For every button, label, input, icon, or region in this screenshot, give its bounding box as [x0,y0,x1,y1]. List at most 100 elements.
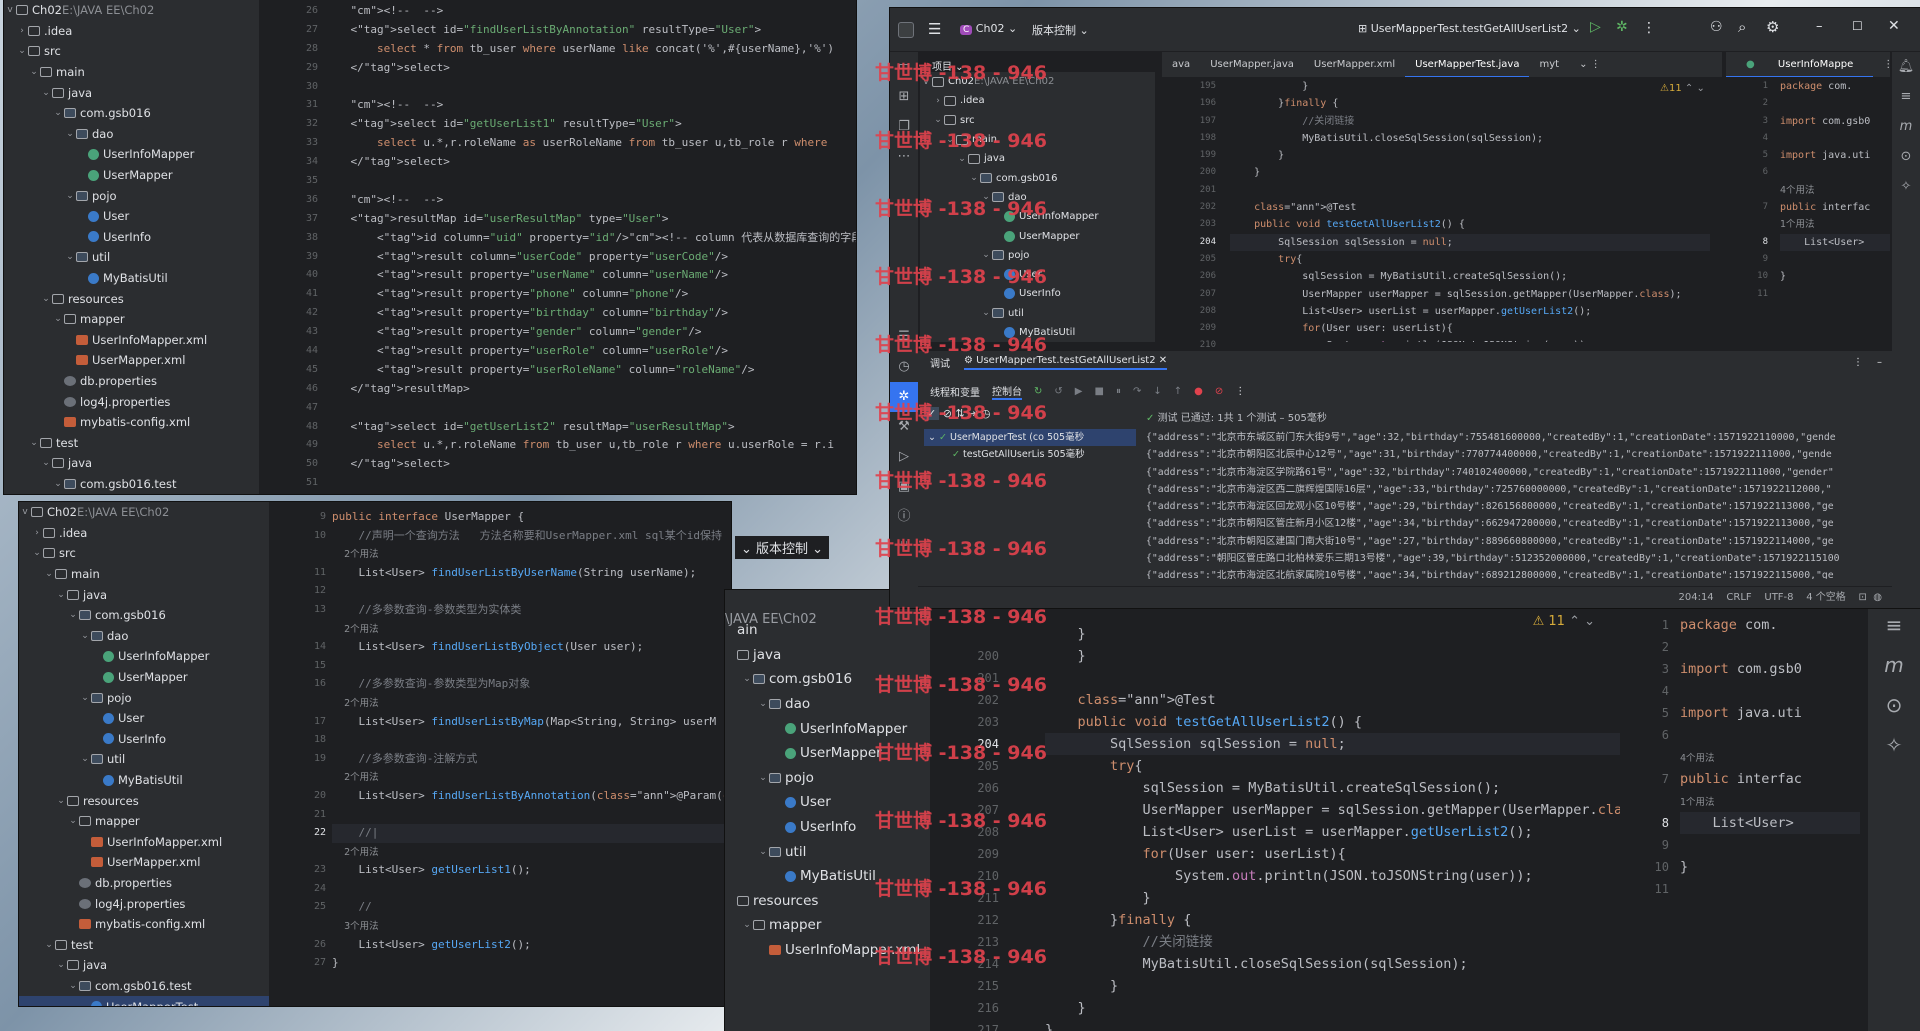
chevron-icon[interactable]: ⌄ [16,46,28,56]
chevron-icon[interactable]: ⌄ [79,631,91,641]
run-tool-icon[interactable]: ▷ [890,442,918,472]
tree-item[interactable]: ⌄ com.gsb016.test [4,474,259,494]
chevron-icon[interactable]: ⌄ [79,754,91,764]
chevron-icon[interactable]: › [16,26,28,36]
tree-item[interactable]: UserInfo [920,284,1155,303]
side-editor[interactable]: package com. import com.gsb0 import java… [1680,590,1860,1031]
vcs-menu[interactable]: 版本控制 ⌄ [1032,22,1089,38]
chevron-icon[interactable]: ⌄ [980,192,992,202]
tree-item[interactable]: ⌄ src [19,543,269,564]
side-editor[interactable]: package com. import com.gsb0 import java… [1780,78,1890,342]
tree-item[interactable]: ⌄ com.gsb016 [725,667,930,692]
step-over-icon[interactable]: ↷ [1133,386,1141,397]
editor-tab[interactable]: UserMapper.java [1200,52,1304,77]
notification-dot-icon[interactable]: ◍ [1873,592,1882,603]
tree-item[interactable]: UserInfoMapper [4,144,259,165]
file-encoding[interactable]: UTF-8 [1764,592,1793,603]
tree-item[interactable]: UserMapper [19,667,269,688]
chevron-icon[interactable]: ⌄ [64,252,76,262]
chevron-icon[interactable]: ⌄ [40,294,52,304]
tree-item[interactable]: ⌄ java [4,453,259,474]
tree-item[interactable]: MyBatisUtil [920,323,1155,342]
mute-breakpoints-icon[interactable]: ⊘ [1215,386,1223,397]
rerun-icon[interactable]: ↻ [1034,386,1042,397]
editor-tab[interactable]: UserMapperTest.java [1405,52,1530,77]
editor-tab[interactable]: myt [1529,52,1569,77]
maximize-icon[interactable]: ☐ [1852,19,1863,33]
tree-item[interactable]: UserMapperTest [19,996,269,1006]
tree-item[interactable]: resources [725,889,930,914]
chevron-icon[interactable]: › [31,528,43,538]
chevron-icon[interactable]: ⌄ [52,314,64,324]
notifications-icon[interactable]: ⊙ [1868,690,1920,730]
tab-console[interactable]: 控制台 [992,383,1022,400]
editor-tab[interactable]: UserMapper.xml [1304,52,1405,77]
bookmarks-icon[interactable]: ❐ [890,112,918,142]
chevron-icon[interactable]: ⌄ [64,129,76,139]
more-tools-icon[interactable]: ⋯ [890,142,918,172]
tab-threads-variables[interactable]: 线程和变量 [930,384,980,399]
project-tool-icon[interactable]: ▭ [890,52,918,82]
maven-icon[interactable]: m [1892,112,1920,142]
tree-item[interactable]: ⌄ mapper [19,811,269,832]
tree-item[interactable]: UserMapper [920,226,1155,245]
tree-item[interactable]: ⌄ resources [19,790,269,811]
chevron-icon[interactable]: ⌄ [55,590,67,600]
vcs-menu-bg[interactable]: ⌄ 版本控制 ⌄ [735,536,830,559]
tree-item[interactable]: ⌄ test [4,432,259,453]
tree-item[interactable]: java [725,643,930,668]
debug-session-tab[interactable]: ⚙ UserMapperTest.testGetAllUserList2 ✕ [964,355,1168,370]
java-editor[interactable]: } } class="ann">@Test public void testGe… [1045,590,1620,1031]
database-icon[interactable]: ≡ [1868,610,1920,650]
ai-assistant-icon[interactable]: ✧ [1868,730,1920,770]
chevron-icon[interactable]: ⌄ [968,173,980,183]
indent-setting[interactable]: 4 个空格 [1806,592,1846,603]
chevron-icon[interactable]: ⌄ [52,479,64,489]
tree-item[interactable]: UserInfoMapper.xml [4,330,259,351]
chevron-icon[interactable]: ⌄ [43,569,55,579]
chevron-icon[interactable]: ⌄ [741,674,753,684]
tree-item[interactable]: ⌄ com.gsb016.test [19,976,269,997]
notifications-icon[interactable]: 🔔︎ [1892,52,1920,82]
tree-item[interactable]: ⌄ mapper [4,309,259,330]
run-icon[interactable]: ▷ [1590,19,1601,35]
tree-item[interactable]: UserInfo [4,227,259,248]
tree-item[interactable]: UserMapper [725,741,930,766]
tree-item[interactable]: User [920,265,1155,284]
xml-editor[interactable]: "cm"><!-- --> <"tag">select id="findUser… [324,0,856,494]
tree-item[interactable]: ⌄ com.gsb016 [19,605,269,626]
sort-icon[interactable]: ⇅ [955,407,964,420]
tree-item[interactable]: UserInfoMapper [920,207,1155,226]
tree-item[interactable]: ⌄ util [19,749,269,770]
structure-icon[interactable]: ⊞ [890,82,918,112]
debug-icon[interactable]: ✲ [1616,19,1628,35]
chevron-icon[interactable]: ⌄ [40,88,52,98]
chevron-icon[interactable]: ⌄ [55,960,67,970]
more-tabs-icon[interactable]: ⌄ ⋮ [1569,52,1611,77]
resume-icon[interactable]: ▶ [1075,386,1083,397]
chevron-icon[interactable]: ⌄ [741,920,753,930]
chevron-icon[interactable]: ⌄ [757,699,769,709]
settings-icon[interactable]: ⚙ [1766,18,1779,36]
debug-tool-icon[interactable]: ✲ [890,382,918,412]
editor-tab[interactable]: ava [1162,52,1200,77]
caret-position[interactable]: 204:14 [1678,592,1713,603]
tree-item[interactable]: UserMapper.xml [19,852,269,873]
project-selector[interactable]: C Ch02 ⌄ [960,22,1017,35]
chevron-icon[interactable]: ⌄ [944,135,956,145]
terminal-icon[interactable]: ▣ [890,472,918,502]
chevron-icon[interactable]: ⌄ [28,67,40,77]
tree-item[interactable]: ⌄ mapper [725,913,930,938]
show-passed-icon[interactable]: ✓ [924,407,940,420]
tree-item[interactable]: › .idea [920,91,1155,110]
tree-item[interactable]: › .idea [19,523,269,544]
tree-item[interactable]: ⌄ pojo [725,766,930,791]
maven-icon[interactable]: m [1868,650,1920,690]
java-editor[interactable]: public interface UserMapper { //声明一个查询方法… [332,502,731,1006]
tree-item[interactable]: log4j.properties [19,893,269,914]
database-icon[interactable]: ≡ [1892,82,1920,112]
chevron-icon[interactable]: ⌄ [980,250,992,260]
chevron-icon[interactable]: ⌄ [79,693,91,703]
tree-root-row[interactable]: v Ch02 E:\JAVA EE\Ch02 [920,72,1155,91]
chevron-icon[interactable]: ⌄ [28,438,40,448]
